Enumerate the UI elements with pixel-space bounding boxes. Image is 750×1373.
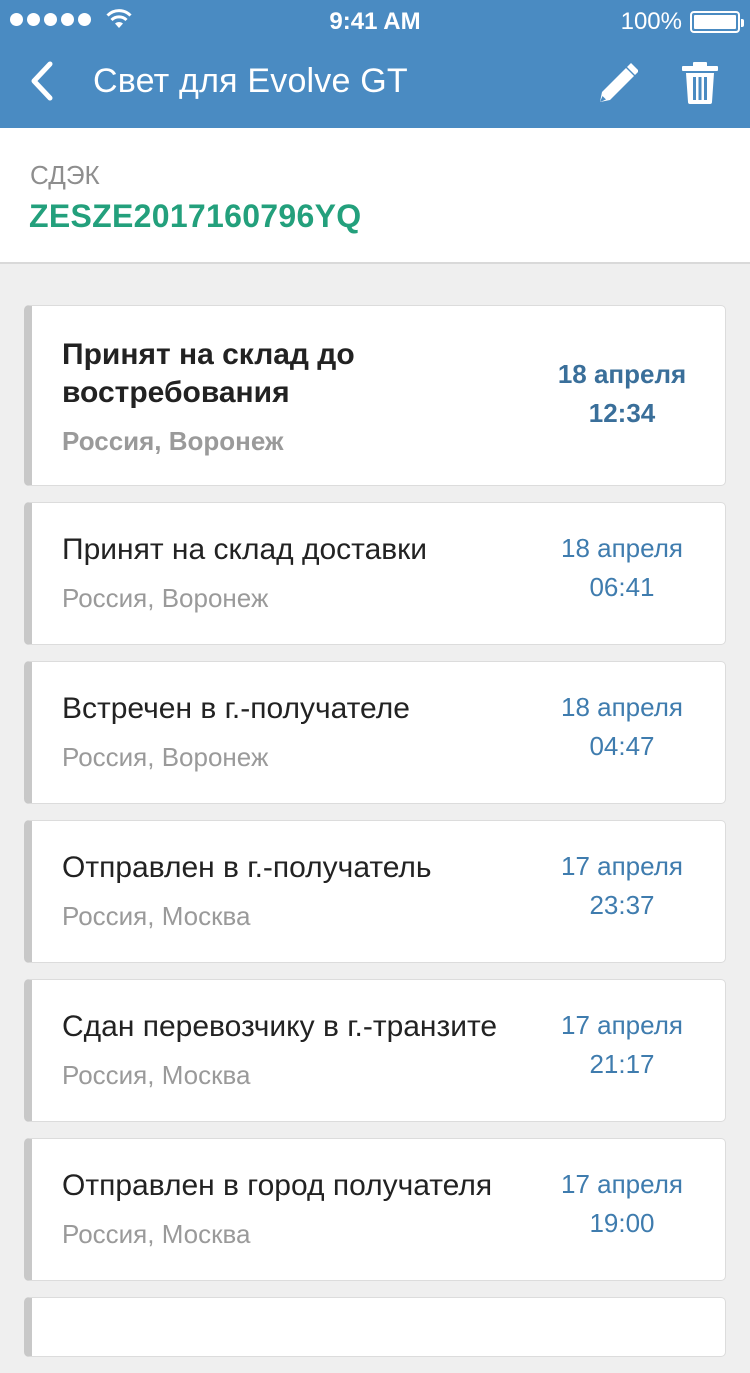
event-day: 17 апреля xyxy=(561,1010,683,1040)
event-title: Отправлен в город получателя xyxy=(62,1169,493,1202)
event-time: 06:41 xyxy=(589,572,655,602)
tracking-number[interactable]: ZESZE2017160796YQ xyxy=(29,198,361,235)
carrier-name: СДЭК xyxy=(30,160,100,190)
event-time: 19:00 xyxy=(589,1208,655,1238)
event-card[interactable]: Встречен в г.-получателе Россия, Воронеж… xyxy=(24,661,726,804)
delete-button[interactable] xyxy=(680,60,720,106)
event-date: 18 апреля 06:41 xyxy=(547,529,697,607)
event-time: 12:34 xyxy=(588,398,656,428)
event-time: 21:17 xyxy=(589,1049,655,1079)
event-location: Россия, Москва xyxy=(62,901,251,931)
event-date: 17 апреля 21:17 xyxy=(547,1006,697,1084)
tracking-events-list: Принят на склад до востребования Россия,… xyxy=(24,305,726,1373)
pencil-icon xyxy=(600,63,639,102)
back-button[interactable] xyxy=(22,58,62,104)
event-title: Принят на склад доставки xyxy=(62,533,428,566)
chevron-left-icon xyxy=(31,61,53,101)
event-location: Россия, Воронеж xyxy=(62,426,284,456)
event-time: 04:47 xyxy=(589,731,655,761)
event-date: 17 апреля 19:00 xyxy=(547,1165,697,1243)
event-title: Встречен в г.-получателе xyxy=(62,692,410,725)
event-location: Россия, Москва xyxy=(62,1219,251,1249)
event-location: Россия, Воронеж xyxy=(62,742,269,772)
event-time: 23:37 xyxy=(589,890,655,920)
battery-area: 100% xyxy=(620,8,744,36)
page-title: Свет для Evolve GT xyxy=(93,62,408,100)
event-location: Россия, Воронеж xyxy=(62,583,269,613)
event-card[interactable]: Отправлен в г.-получатель Россия, Москва… xyxy=(24,820,726,963)
event-date: 18 апреля 12:34 xyxy=(547,355,697,433)
event-card[interactable]: Сдан перевозчику в г.-транзите Россия, М… xyxy=(24,979,726,1122)
battery-icon xyxy=(690,11,744,33)
status-bar: 9:41 AM 100% xyxy=(0,0,750,40)
event-day: 18 апреля xyxy=(561,533,683,563)
trash-icon xyxy=(682,62,718,104)
event-day: 18 апреля xyxy=(557,359,687,389)
event-location: Россия, Москва xyxy=(62,1060,251,1090)
event-title: Сдан перевозчику в г.-транзите xyxy=(62,1010,498,1043)
shipment-header: СДЭК ZESZE2017160796YQ xyxy=(0,128,750,264)
event-date: 17 апреля 23:37 xyxy=(547,847,697,925)
event-card-partial[interactable] xyxy=(24,1297,726,1357)
event-date: 18 апреля 04:47 xyxy=(547,688,697,766)
top-bar: 9:41 AM 100% Свет для Evolve GT xyxy=(0,0,750,128)
event-card[interactable]: Принят на склад доставки Россия, Воронеж… xyxy=(24,502,726,645)
event-title: Отправлен в г.-получатель xyxy=(62,851,432,884)
event-day: 17 апреля xyxy=(561,851,683,881)
navigation-bar: Свет для Evolve GT xyxy=(0,40,750,128)
event-day: 17 апреля xyxy=(561,1169,683,1199)
event-card[interactable]: Принят на склад до востребования Россия,… xyxy=(24,305,726,486)
battery-percent: 100% xyxy=(620,8,682,35)
event-day: 18 апреля xyxy=(561,692,683,722)
edit-button[interactable] xyxy=(596,60,639,106)
event-card[interactable]: Отправлен в город получателя Россия, Мос… xyxy=(24,1138,726,1281)
event-title: Принят на склад до востребования xyxy=(62,338,355,409)
